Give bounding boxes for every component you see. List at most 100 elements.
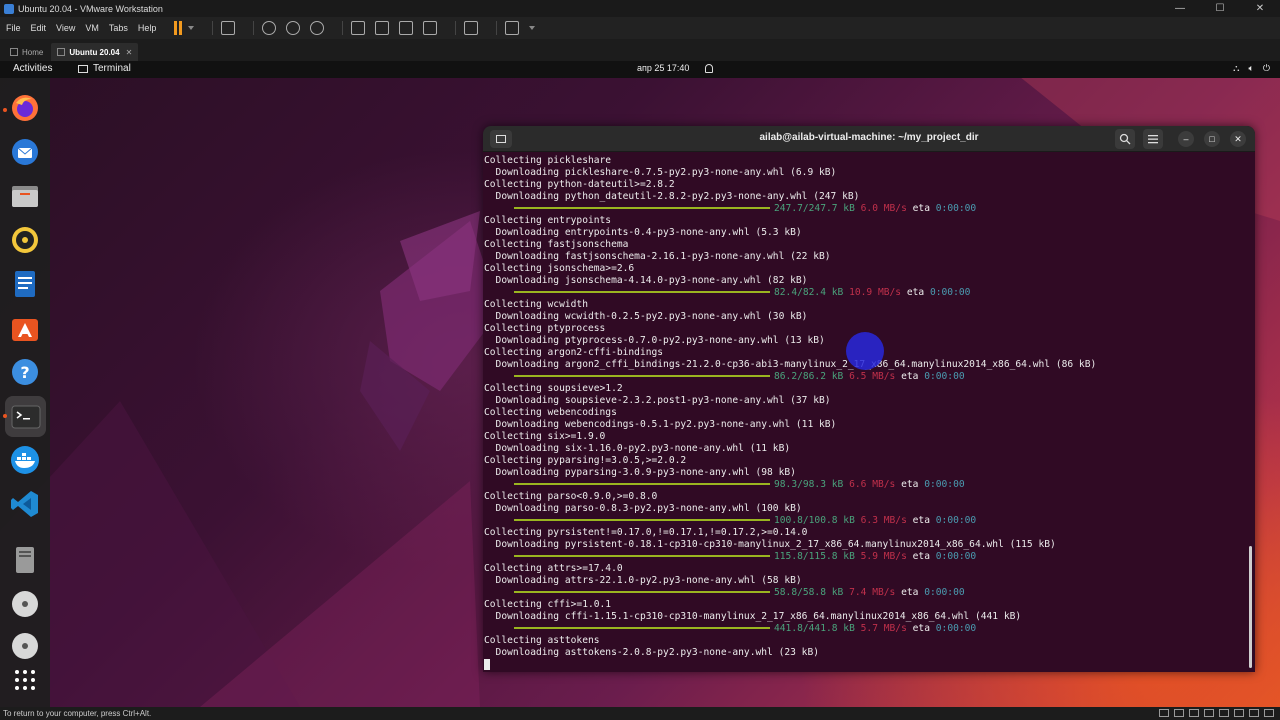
progress-bar [514,555,770,557]
menu-vm[interactable]: VM [85,23,99,33]
ubuntu-dock: ? [0,78,50,707]
close-icon[interactable]: ✕ [1240,0,1280,17]
progress-size: 58.8/58.8 kB [774,587,844,598]
terminal-scrollbar[interactable] [1249,546,1252,668]
unity-icon[interactable] [423,21,438,35]
thumbnail-bar-icon[interactable] [375,21,390,35]
activities-button[interactable]: Activities [13,63,52,74]
chevron-down-icon[interactable] [529,26,536,30]
progress-size: 86.2/86.2 kB [774,371,844,382]
terminal-title: ailab@ailab-virtual-machine: ~/my_projec… [759,132,979,143]
output-line: Downloading pyrsistent-0.18.1-cp310-cp31… [484,539,1056,550]
volume-icon: 🔈︎ [1248,63,1254,73]
progress-line: 82.4/82.4 kB 10.9 MB/s eta 0:00:00 [484,287,1246,299]
printer-icon[interactable] [1234,709,1244,717]
writer-icon[interactable] [9,268,41,300]
thunderbird-icon[interactable] [9,136,41,168]
snapshot-manager-icon[interactable] [310,21,325,35]
dvd-icon[interactable] [9,588,41,620]
display-icon[interactable] [1249,709,1259,717]
download-speed: 6.0 MB/s [860,203,907,214]
close-button[interactable]: ✕ [1230,131,1246,147]
menu-view[interactable]: View [56,23,75,33]
stretch-guest-icon[interactable] [505,21,520,35]
app-menu-label: Terminal [93,63,131,74]
sound-icon[interactable] [1219,709,1229,717]
fullscreen-icon[interactable] [399,21,414,35]
output-line: Downloading entrypoints-0.4-py3-none-any… [484,227,802,238]
progress-bar [514,627,770,629]
output-line: Downloading python_dateutil-2.8.2-py2.py… [484,191,860,202]
download-speed: 6.6 MB/s [849,479,896,490]
app-grid-icon[interactable] [9,664,41,696]
menu-help[interactable]: Help [138,23,157,33]
vscode-icon[interactable] [9,488,41,520]
maximize-icon[interactable]: ☐ [1200,0,1240,17]
usb-icon[interactable] [1204,709,1214,717]
terminal-dock-item[interactable] [5,396,46,437]
menu-tabs[interactable]: Tabs [109,23,128,33]
help-icon[interactable]: ? [9,356,41,388]
tab-home[interactable]: Home [4,43,49,61]
output-line: Downloading attrs-22.1.0-py2.py3-none-an… [484,575,802,586]
chevron-down-icon[interactable] [188,26,195,30]
vmware-tab-bar: Home Ubuntu 20.04 ✕ [0,39,1280,61]
output-line: Collecting parso<0.9.0,>=0.8.0 [484,491,658,502]
eta-value: 0:00:00 [924,371,965,382]
output-line: Downloading pyparsing-3.0.9-py3-none-any… [484,467,796,478]
eta-label: eta [906,287,925,298]
maximize-button[interactable]: □ [1204,131,1220,147]
pause-icon[interactable] [174,21,184,35]
output-line: Downloading parso-0.8.3-py2.py3-none-any… [484,503,802,514]
download-speed: 7.4 MB/s [849,587,896,598]
send-ctrl-alt-del-icon[interactable] [221,21,236,35]
software-icon[interactable] [9,312,41,344]
menu-file[interactable]: File [6,23,21,33]
message-icon[interactable] [1264,709,1274,717]
running-indicator [3,108,7,112]
hdd-icon[interactable] [1159,709,1169,717]
firefox-icon[interactable] [9,92,41,124]
vmware-status-bar: To return to your computer, press Ctrl+A… [0,707,1280,720]
network-adapter-icon[interactable] [1189,709,1199,717]
cd-icon[interactable] [1174,709,1184,717]
download-speed: 6.5 MB/s [849,371,896,382]
output-line: Collecting wcwidth [484,299,588,310]
revert-snapshot-icon[interactable] [286,21,301,35]
output-line: Downloading soupsieve-2.3.2.post1-py3-no… [484,395,831,406]
dvd-icon[interactable] [9,630,41,662]
search-button[interactable] [1115,129,1135,149]
output-line: Collecting python-dateutil>=2.8.2 [484,179,675,190]
alarm-icon [705,64,713,73]
output-line: Downloading asttokens-2.0.8-py2.py3-none… [484,647,820,658]
minimize-icon[interactable]: — [1160,0,1200,17]
terminal-window[interactable]: ailab@ailab-virtual-machine: ~/my_projec… [483,126,1255,672]
menu-edit[interactable]: Edit [31,23,47,33]
download-speed: 5.9 MB/s [860,551,907,562]
terminal-output[interactable]: Collecting pickleshare Downloading pickl… [484,155,1246,670]
docker-icon[interactable] [9,444,41,476]
running-indicator [3,414,7,418]
app-menu-terminal[interactable]: Terminal [78,63,131,74]
clock[interactable]: апр 25 17:40 [637,63,689,73]
eta-label: eta [901,587,919,598]
minimize-button[interactable]: – [1178,131,1194,147]
status-hint: To return to your computer, press Ctrl+A… [3,709,152,718]
eta-label: eta [912,203,930,214]
progress-size: 82.4/82.4 kB [774,287,844,298]
close-icon[interactable]: ✕ [126,48,133,57]
console-view-icon[interactable] [464,21,479,35]
menu-button[interactable] [1143,129,1163,149]
vmware-menubar: File Edit View VM Tabs Help [0,17,1280,39]
snapshot-icon[interactable] [262,21,277,35]
output-line: Collecting fastjsonschema [484,239,629,250]
system-menu[interactable]: ⛬ 🔈︎ ⏻ [1233,63,1270,74]
tab-ubuntu[interactable]: Ubuntu 20.04 ✕ [51,43,139,61]
eta-label: eta [912,551,930,562]
sidebar-toggle-icon[interactable] [351,21,366,35]
vmware-toolbar [174,21,545,35]
disk-icon[interactable] [9,544,41,576]
files-icon[interactable] [9,180,41,212]
device-icons [1159,709,1274,717]
rhythmbox-icon[interactable] [9,224,41,256]
